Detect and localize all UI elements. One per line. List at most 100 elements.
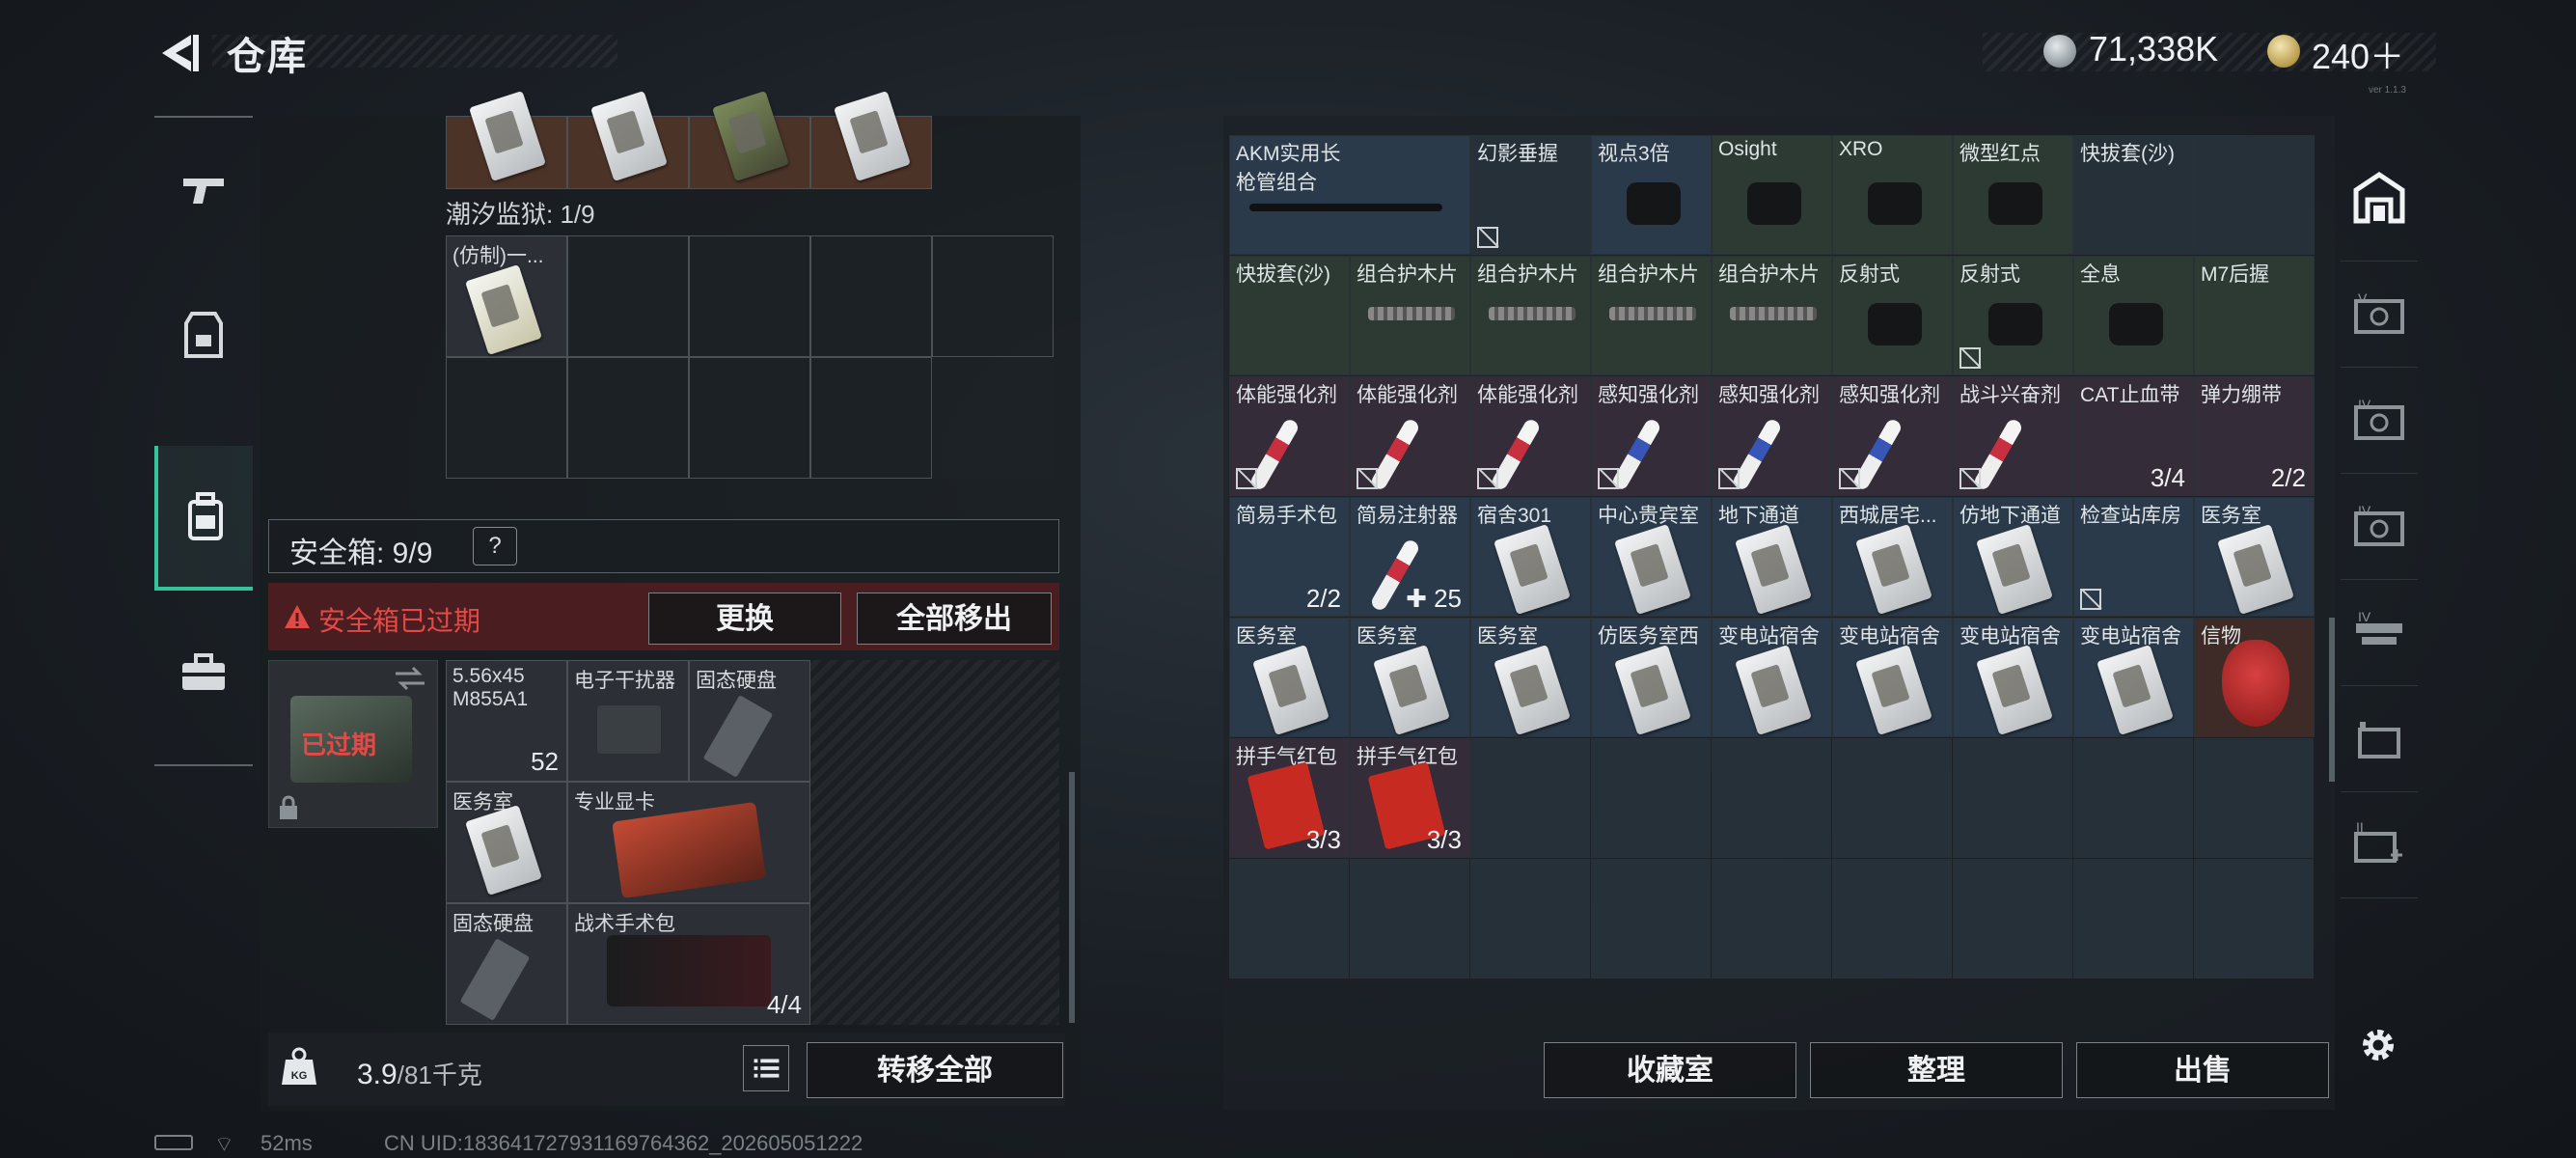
warehouse-item[interactable]: 拼手气红包 3/3: [1350, 738, 1470, 858]
warehouse-item[interactable]: 医务室: [1229, 618, 1350, 737]
empty-slot[interactable]: [1953, 859, 2072, 979]
warehouse-item[interactable]: 感知强化剂: [1591, 376, 1712, 496]
rail-case[interactable]: [154, 600, 253, 745]
warehouse-item[interactable]: 体能强化剂: [1229, 376, 1350, 496]
tab-vault-5[interactable]: V: [2341, 261, 2418, 368]
warehouse-item[interactable]: 西城居宅...: [1832, 497, 1953, 617]
tab-storage-2[interactable]: [2341, 685, 2418, 792]
warehouse-item[interactable]: 快拔套(沙): [1229, 256, 1350, 375]
empty-slot[interactable]: [1591, 859, 1711, 979]
back-arrow-icon[interactable]: [154, 29, 203, 77]
warehouse-item[interactable]: XRO: [1832, 135, 1953, 255]
empty-slot[interactable]: [1229, 859, 1349, 979]
rail-weapons[interactable]: [154, 118, 253, 262]
warehouse-item[interactable]: 中心贵宾室: [1591, 497, 1712, 617]
empty-slot[interactable]: [810, 235, 932, 357]
empty-slot[interactable]: [1350, 859, 1469, 979]
list-icon[interactable]: [743, 1045, 789, 1091]
tab-warehouse-main[interactable]: [2341, 135, 2418, 262]
swap-icon[interactable]: [394, 666, 426, 691]
empty-slot[interactable]: [689, 357, 810, 479]
left-scrollbar[interactable]: [1069, 772, 1075, 1023]
warehouse-item[interactable]: 拼手气红包 3/3: [1229, 738, 1350, 858]
transfer-all-button[interactable]: 转移全部: [807, 1042, 1063, 1098]
replace-button[interactable]: 更换: [648, 593, 841, 645]
warehouse-item[interactable]: 视点3倍: [1591, 135, 1712, 255]
item-slot[interactable]: 5.56x45 M855A1 52: [446, 660, 567, 782]
help-icon[interactable]: ?: [473, 527, 517, 565]
warehouse-item[interactable]: 组合护木片: [1591, 256, 1712, 375]
empty-slot[interactable]: [1712, 859, 1831, 979]
warehouse-item[interactable]: 体能强化剂: [1350, 376, 1470, 496]
empty-slot[interactable]: [1832, 859, 1952, 979]
warehouse-item[interactable]: 仿医务室西: [1591, 618, 1712, 737]
empty-slot[interactable]: [2194, 738, 2314, 858]
empty-slot[interactable]: [446, 357, 567, 479]
item-slot[interactable]: 固态硬盘: [689, 660, 810, 782]
item-slot[interactable]: [810, 90, 932, 189]
item-slot[interactable]: 专业显卡: [567, 782, 810, 903]
rail-armor[interactable]: [154, 262, 253, 407]
warehouse-item[interactable]: 感知强化剂: [1832, 376, 1953, 496]
warehouse-item[interactable]: 宿舍301: [1470, 497, 1591, 617]
empty-slot[interactable]: [2194, 859, 2314, 979]
empty-slot[interactable]: [689, 235, 810, 357]
warehouse-item[interactable]: 简易手术包 2/2: [1229, 497, 1350, 617]
empty-slot[interactable]: [1712, 738, 1831, 858]
item-slot[interactable]: [689, 90, 810, 189]
empty-slot[interactable]: [1591, 738, 1711, 858]
warehouse-item[interactable]: 弹力绷带 2/2: [2194, 376, 2315, 496]
warehouse-item[interactable]: 变电站宿舍: [1712, 618, 1832, 737]
warehouse-item[interactable]: 地下通道: [1712, 497, 1832, 617]
right-scrollbar[interactable]: [2329, 618, 2335, 782]
rail-backpack[interactable]: [154, 446, 253, 591]
warehouse-item[interactable]: [2194, 135, 2315, 255]
warehouse-item[interactable]: M7后握: [2194, 256, 2315, 375]
empty-slot[interactable]: [1832, 738, 1952, 858]
empty-slot[interactable]: [1470, 738, 1590, 858]
sort-button[interactable]: 整理: [1810, 1042, 2063, 1098]
warehouse-item[interactable]: 组合护木片: [1350, 256, 1470, 375]
warehouse-item[interactable]: 反射式: [1953, 256, 2073, 375]
empty-slot[interactable]: [810, 357, 932, 479]
item-slot[interactable]: 医务室: [446, 782, 567, 903]
tab-vault-4a[interactable]: IV: [2341, 367, 2418, 474]
item-slot[interactable]: 电子干扰器: [567, 660, 689, 782]
tab-vault-4b[interactable]: IV: [2341, 473, 2418, 580]
warehouse-item[interactable]: 幻影垂握: [1470, 135, 1591, 255]
move-all-out-button[interactable]: 全部移出: [857, 593, 1052, 645]
warehouse-item[interactable]: 战斗兴奋剂: [1953, 376, 2073, 496]
warehouse-item[interactable]: 医务室: [2194, 497, 2315, 617]
item-slot[interactable]: (仿制)一...: [446, 235, 567, 357]
premium-currency-amount[interactable]: 240＋: [2312, 29, 2404, 79]
settings-gear-icon[interactable]: [2354, 1021, 2402, 1069]
item-slot[interactable]: 固态硬盘: [446, 903, 567, 1025]
empty-slot[interactable]: [1470, 859, 1590, 979]
empty-slot[interactable]: [2073, 738, 2193, 858]
empty-slot[interactable]: [932, 235, 1054, 357]
empty-slot[interactable]: [1953, 738, 2072, 858]
tab-vault-4c[interactable]: IV: [2341, 579, 2418, 686]
tab-medical-storage[interactable]: II: [2341, 791, 2418, 898]
warehouse-item[interactable]: 信物: [2194, 618, 2315, 737]
empty-slot[interactable]: [567, 235, 689, 357]
item-slot[interactable]: 战术手术包 4/4: [567, 903, 810, 1025]
collection-room-button[interactable]: 收藏室: [1544, 1042, 1796, 1098]
item-slot[interactable]: [446, 90, 567, 189]
warehouse-item[interactable]: 变电站宿舍: [1953, 618, 2073, 737]
warehouse-item[interactable]: 变电站宿舍: [2073, 618, 2194, 737]
warehouse-item[interactable]: 组合护木片: [1712, 256, 1832, 375]
warehouse-item[interactable]: 全息: [2073, 256, 2194, 375]
warehouse-item[interactable]: 变电站宿舍: [1832, 618, 1953, 737]
warehouse-item[interactable]: AKM实用长枪管组合: [1229, 135, 1470, 255]
warehouse-item[interactable]: 检查站库房: [2073, 497, 2194, 617]
warehouse-item[interactable]: 组合护木片: [1470, 256, 1591, 375]
warehouse-item[interactable]: 医务室: [1350, 618, 1470, 737]
warehouse-item[interactable]: 感知强化剂: [1712, 376, 1832, 496]
warehouse-item[interactable]: CAT止血带 3/4: [2073, 376, 2194, 496]
warehouse-item[interactable]: 体能强化剂: [1470, 376, 1591, 496]
warehouse-item[interactable]: 医务室: [1470, 618, 1591, 737]
warehouse-item[interactable]: 反射式: [1832, 256, 1953, 375]
warehouse-item[interactable]: 简易注射器 ✚ 25: [1350, 497, 1470, 617]
warehouse-item[interactable]: 仿地下通道: [1953, 497, 2073, 617]
